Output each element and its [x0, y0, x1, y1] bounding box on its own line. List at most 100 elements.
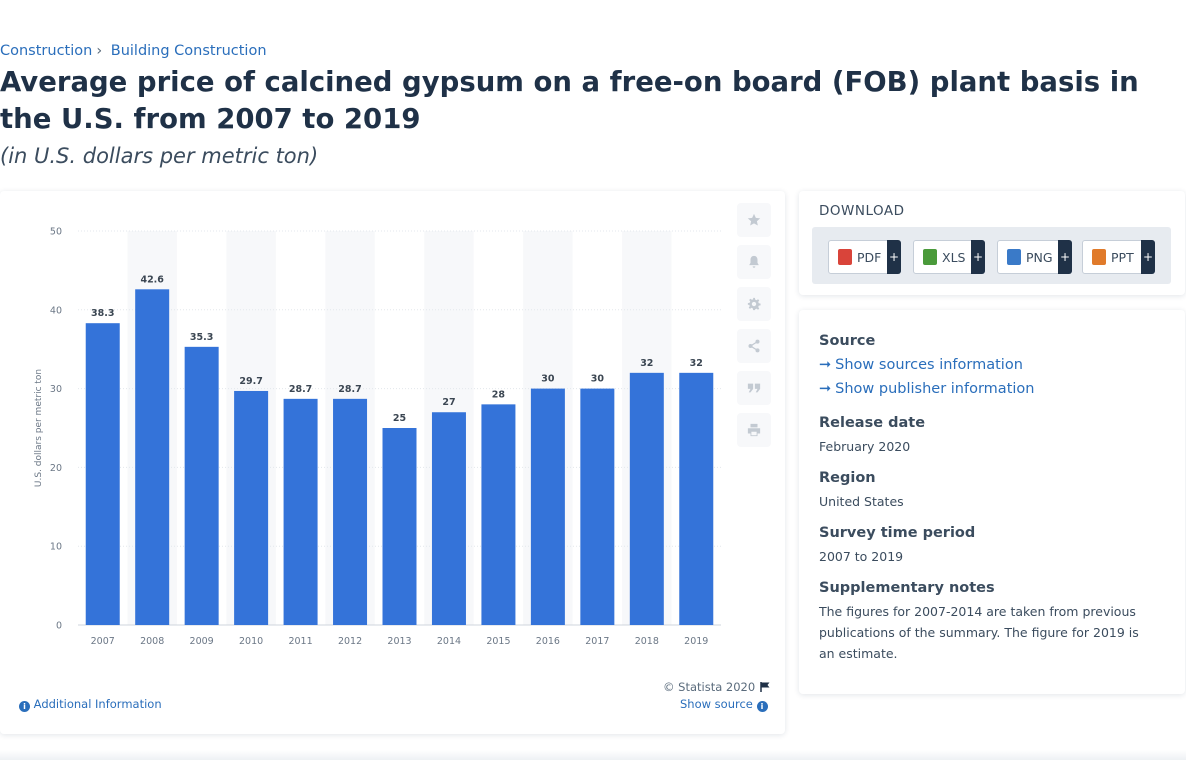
breadcrumb-item-construction[interactable]: Construction	[0, 43, 92, 59]
info-icon: i	[756, 701, 768, 712]
bar[interactable]	[679, 372, 714, 625]
print-button[interactable]	[737, 413, 771, 447]
favorite-button[interactable]	[737, 203, 771, 237]
show-publisher-link[interactable]: ➞ Show publisher information	[819, 381, 1034, 397]
survey-period-value: 2007 to 2019	[819, 549, 904, 564]
bar-value-label: 30	[541, 374, 555, 385]
flag-icon[interactable]	[759, 681, 771, 693]
arrow-right-icon: ➞	[819, 381, 832, 397]
breadcrumb-separator: ›	[96, 43, 103, 59]
bar-value-label: 32	[690, 358, 703, 369]
y-tick-label: 0	[56, 621, 62, 632]
survey-period-heading: Survey time period	[819, 525, 976, 541]
bar-value-label: 35.3	[190, 332, 213, 343]
y-axis-label: U.S. dollars per metric ton	[34, 369, 44, 487]
show-sources-label: Show sources information	[835, 357, 1023, 373]
bar-value-label: 25	[393, 413, 406, 424]
ppt-file-icon	[1092, 249, 1106, 265]
bar[interactable]	[283, 398, 318, 625]
bar[interactable]	[85, 323, 120, 625]
bar-value-label: 32	[640, 358, 653, 369]
bar-value-label: 42.6	[140, 274, 164, 285]
x-tick-label: 2017	[585, 636, 609, 647]
x-tick-label: 2011	[288, 636, 312, 647]
bar[interactable]	[234, 390, 269, 625]
breadcrumb-item-building-construction[interactable]: Building Construction	[111, 43, 267, 59]
bar[interactable]	[333, 398, 368, 625]
arrow-right-icon: ➞	[819, 357, 832, 373]
show-publisher-label: Show publisher information	[835, 381, 1035, 397]
source-panel: Source ➞ Show sources information ➞ Show p…	[799, 310, 1185, 694]
pdf-plus-icon: +	[887, 240, 901, 274]
bar[interactable]	[580, 388, 615, 625]
pdf-file-icon	[838, 249, 852, 265]
show-source-label: Show source	[680, 697, 753, 711]
show-sources-link[interactable]: ➞ Show sources information	[819, 357, 1023, 373]
download-ppt-button[interactable]: PPT +	[1082, 240, 1155, 274]
download-xls-label: XLS	[942, 249, 966, 265]
bar[interactable]	[382, 428, 417, 625]
xls-plus-icon: +	[971, 240, 985, 274]
additional-information-link[interactable]: i Additional Information	[19, 697, 162, 712]
chart-tools	[737, 203, 773, 455]
x-tick-label: 2007	[91, 636, 115, 647]
download-title: DOWNLOAD	[819, 203, 905, 219]
page-title: Average price of calcined gypsum on a fr…	[0, 66, 1139, 135]
x-tick-label: 2019	[684, 636, 708, 647]
bar[interactable]	[184, 346, 219, 625]
bar-value-label: 30	[591, 374, 605, 385]
bar[interactable]	[629, 372, 664, 625]
ppt-plus-icon: +	[1141, 240, 1155, 274]
y-tick-label: 10	[50, 542, 62, 553]
x-tick-label: 2009	[190, 636, 214, 647]
bar[interactable]	[135, 289, 170, 625]
source-heading: Source	[819, 333, 876, 349]
page-bottom-shadow	[0, 750, 1186, 760]
y-tick-label: 20	[50, 463, 62, 474]
bar-value-label: 38.3	[91, 308, 114, 319]
share-icon	[748, 339, 760, 353]
bar-value-label: 28.7	[289, 384, 312, 395]
x-tick-label: 2008	[140, 636, 164, 647]
page-subtitle: (in U.S. dollars per metric ton)	[0, 144, 319, 168]
bar[interactable]	[530, 388, 565, 625]
download-ppt-label: PPT	[1111, 249, 1134, 265]
x-tick-label: 2015	[486, 636, 510, 647]
bar-value-label: 28.7	[338, 384, 361, 395]
y-tick-label: 50	[50, 227, 62, 238]
y-tick-label: 40	[50, 305, 62, 316]
bar-chart: 38.3 42.6 35.3 29.7 28.7 28.7 25 27 28 30 30 32 32 2…	[34, 227, 721, 647]
supplementary-notes-value: The figures for 2007-2014 are taken from…	[819, 604, 1139, 661]
chart-card: 38.3 42.6 35.3 29.7 28.7 28.7 25 27 28 30 30 32 32 2…	[0, 191, 785, 734]
notification-button[interactable]	[737, 245, 771, 279]
x-tick-label: 2018	[635, 636, 659, 647]
share-button[interactable]	[737, 329, 771, 363]
x-tick-label: 2012	[338, 636, 362, 647]
xls-file-icon	[923, 249, 937, 265]
settings-button[interactable]	[737, 287, 771, 321]
download-pdf-button[interactable]: PDF +	[828, 240, 901, 274]
show-source-link[interactable]: Show source i	[680, 697, 768, 712]
download-png-label: PNG	[1026, 249, 1053, 265]
download-xls-button[interactable]: XLS +	[913, 240, 985, 274]
bar-value-label: 28	[492, 389, 506, 400]
x-tick-label: 2010	[239, 636, 263, 647]
download-bar: PDF + XLS + PNG + PPT +	[812, 227, 1171, 284]
bar[interactable]	[481, 404, 516, 625]
region-value: United States	[819, 494, 904, 509]
bar-value-label: 27	[442, 397, 455, 408]
download-png-button[interactable]: PNG +	[997, 240, 1072, 274]
gear-icon	[747, 297, 761, 311]
download-panel: DOWNLOAD PDF + XLS + PNG + PPT +	[799, 191, 1185, 295]
x-tick-label: 2016	[536, 636, 560, 647]
star-icon	[747, 213, 761, 226]
copyright-text: © Statista 2020	[663, 680, 756, 694]
bar-value-label: 29.7	[239, 376, 262, 387]
download-pdf-label: PDF	[857, 249, 882, 265]
info-icon: i	[19, 701, 30, 712]
x-tick-label: 2013	[387, 636, 411, 647]
png-file-icon	[1007, 249, 1021, 265]
cite-button[interactable]	[737, 371, 771, 405]
release-date-value: February 2020	[819, 439, 911, 454]
bar[interactable]	[431, 412, 466, 625]
